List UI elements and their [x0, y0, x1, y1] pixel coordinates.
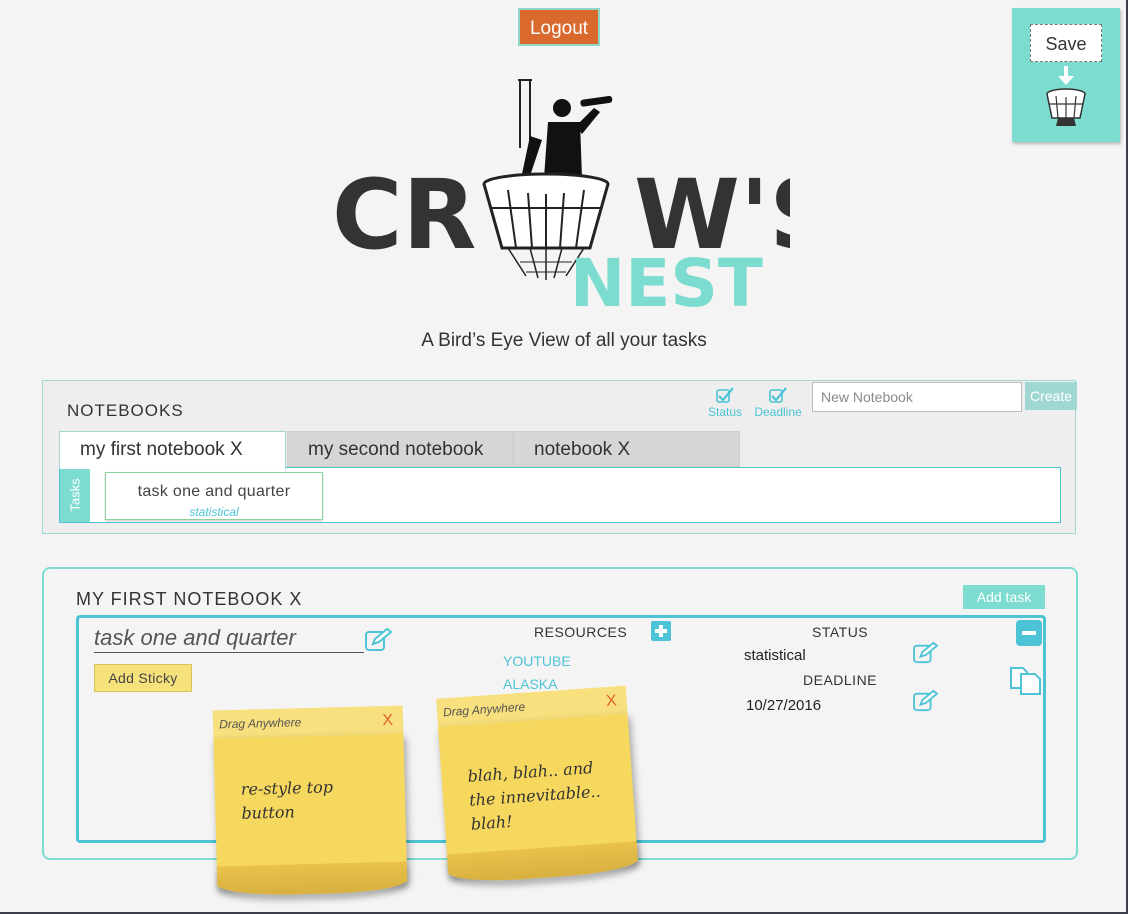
sticky-note[interactable]: Drag Anywhere X re-style top button — [212, 705, 408, 897]
status-value: statistical — [744, 647, 806, 664]
plus-icon[interactable] — [651, 621, 671, 641]
checkbox-checked-icon — [716, 387, 734, 403]
task-name-input[interactable] — [94, 624, 364, 653]
tab-my-second-notebook[interactable]: my second notebook — [287, 431, 513, 467]
basket-icon[interactable] — [1044, 84, 1088, 128]
logo-text-cr: CR — [332, 159, 476, 271]
sticky-text[interactable]: blah, blah.. and the innevitable.. blah! — [467, 755, 612, 837]
sticky-body: re-style top button — [213, 733, 408, 897]
tasks-area: Tasks task one and quarter statistical — [59, 467, 1061, 523]
deadline-checkbox-label: Deadline — [754, 405, 802, 419]
collapse-minus-icon[interactable] — [1016, 620, 1042, 646]
task-card-status: statistical — [189, 505, 239, 519]
sticky-body: blah, blah.. and the innevitable.. blah! — [438, 713, 639, 885]
task-card[interactable]: task one and quarter statistical — [105, 472, 323, 520]
logo-text-nest: NEST — [570, 245, 763, 314]
sticky-curl — [216, 861, 408, 897]
edit-icon[interactable] — [365, 628, 393, 652]
sticky-header-label: Drag Anywhere — [442, 699, 526, 720]
resource-link-youtube[interactable]: YOUTUBE — [503, 653, 571, 669]
notebook-title: MY FIRST NOTEBOOK X — [76, 589, 303, 609]
tasks-side-label: Tasks — [60, 468, 90, 522]
save-panel: Save — [1012, 8, 1120, 142]
crows-nest-logo: CR W'S NEST — [332, 79, 790, 314]
notebooks-panel: NOTEBOOKS Status Deadline Create my firs… — [42, 380, 1077, 534]
save-button[interactable]: Save — [1030, 24, 1102, 62]
arrow-down-icon — [1058, 66, 1074, 85]
notebooks-title: NOTEBOOKS — [67, 401, 184, 420]
new-notebook-input[interactable] — [812, 382, 1022, 412]
sticky-curl — [446, 841, 639, 885]
status-header: STATUS — [812, 624, 869, 640]
create-notebook-button[interactable]: Create — [1025, 382, 1077, 410]
checkbox-checked-icon — [769, 387, 787, 403]
resources-header: RESOURCES — [534, 624, 628, 640]
sticky-close-button[interactable]: X — [605, 687, 618, 716]
logout-button[interactable]: Logout — [518, 8, 600, 46]
deadline-value: 10/27/2016 — [746, 697, 822, 714]
tagline: A Bird’s Eye View of all your tasks — [421, 330, 707, 351]
tab-my-first-notebook[interactable]: my first notebook X — [59, 431, 286, 469]
tab-notebook-x[interactable]: notebook X — [513, 431, 740, 467]
edit-status-icon[interactable] — [913, 642, 939, 664]
status-checkbox-label: Status — [707, 405, 743, 419]
task-card-title: task one and quarter — [137, 483, 291, 500]
sticky-note[interactable]: Drag Anywhere X blah, blah.. and the inn… — [436, 685, 639, 885]
status-checkbox[interactable]: Status — [705, 387, 745, 419]
add-sticky-button[interactable]: Add Sticky — [94, 664, 192, 692]
resource-link-alaska[interactable]: ALASKA — [503, 676, 557, 692]
edit-deadline-icon[interactable] — [913, 690, 939, 712]
deadline-checkbox[interactable]: Deadline — [753, 387, 803, 419]
add-task-button[interactable]: Add task — [963, 585, 1045, 609]
sticky-header-label: Drag Anywhere — [218, 715, 302, 732]
sticky-text[interactable]: re-style top button — [241, 774, 382, 826]
copy-icon[interactable] — [1009, 662, 1043, 696]
deadline-header: DEADLINE — [803, 672, 878, 688]
sticky-close-button[interactable]: X — [382, 707, 393, 735]
